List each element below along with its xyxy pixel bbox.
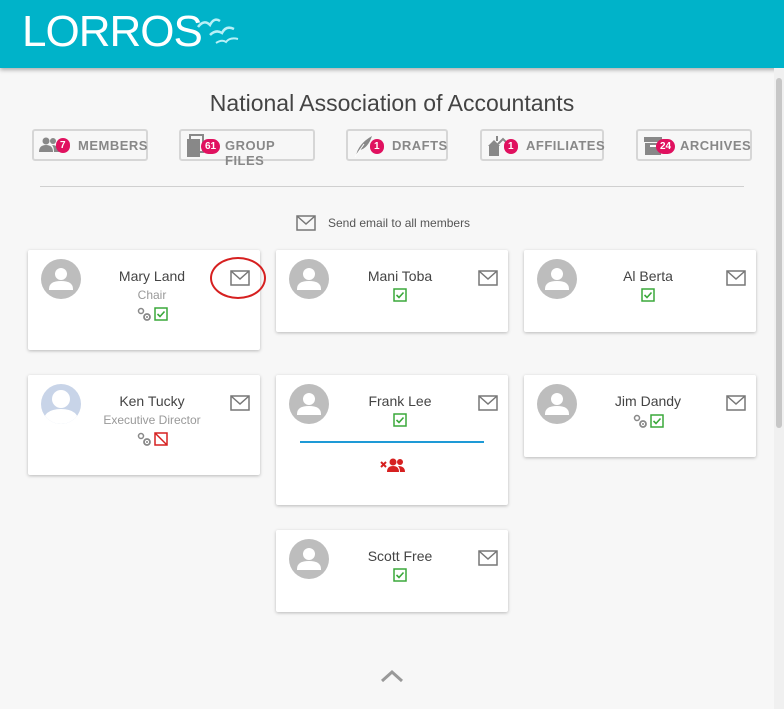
tab-members-label: MEMBERS bbox=[78, 138, 148, 153]
tab-members[interactable]: 7 MEMBERS bbox=[32, 129, 148, 161]
mail-icon bbox=[478, 395, 498, 411]
email-member-button[interactable] bbox=[478, 550, 498, 571]
files-count-badge: 61 bbox=[201, 139, 221, 154]
mail-icon bbox=[478, 550, 498, 566]
members-count-badge: 7 bbox=[56, 138, 70, 153]
tab-affiliates[interactable]: 1 AFFILIATES bbox=[480, 129, 606, 161]
member-card-mary-land[interactable]: Mary Land Chair bbox=[28, 250, 266, 350]
scrollbar-thumb[interactable] bbox=[776, 78, 782, 428]
mail-icon bbox=[726, 395, 746, 411]
tab-archives[interactable]: 24 ARCHIVES bbox=[636, 129, 752, 161]
chevron-up-icon bbox=[380, 669, 404, 683]
member-status bbox=[28, 431, 276, 447]
checkbox-checked-icon bbox=[650, 414, 664, 428]
remove-member-button[interactable] bbox=[380, 457, 406, 478]
progress-line bbox=[300, 441, 484, 443]
mail-icon bbox=[726, 270, 746, 286]
tab-group-files[interactable]: 61 GROUP FILES bbox=[179, 129, 315, 168]
archives-count-badge: 24 bbox=[656, 139, 676, 154]
send-email-all-label: Send email to all members bbox=[328, 216, 471, 230]
scrollbar[interactable] bbox=[774, 68, 784, 709]
drafts-count-badge: 1 bbox=[370, 139, 384, 154]
email-member-button[interactable] bbox=[726, 270, 746, 291]
mail-icon bbox=[230, 395, 250, 411]
email-member-button[interactable] bbox=[230, 395, 250, 416]
member-card-mani-toba[interactable]: Mani Toba bbox=[276, 250, 508, 332]
tab-group-files-label: GROUP FILES bbox=[225, 138, 275, 168]
mail-icon bbox=[230, 270, 250, 286]
tab-drafts[interactable]: 1 DRAFTS bbox=[346, 129, 448, 161]
section-divider bbox=[40, 186, 744, 187]
email-member-button[interactable] bbox=[726, 395, 746, 416]
checkbox-checked-icon bbox=[393, 568, 407, 582]
tab-archives-label: ARCHIVES bbox=[680, 138, 752, 153]
member-card-frank-lee[interactable]: Frank Lee bbox=[276, 375, 508, 505]
page-title: National Association of Accountants bbox=[209, 90, 575, 116]
affiliates-count-badge: 1 bbox=[504, 139, 518, 154]
member-card-jim-dandy[interactable]: Jim Dandy bbox=[524, 375, 756, 457]
scroll-to-top-button[interactable] bbox=[380, 668, 404, 689]
send-email-all-button[interactable]: Send email to all members bbox=[296, 215, 470, 231]
member-card-ken-tucky[interactable]: Ken Tucky Executive Director bbox=[28, 375, 260, 475]
lorros-logo[interactable]: LORROS bbox=[22, 8, 240, 56]
email-member-button[interactable] bbox=[478, 270, 498, 291]
mail-icon bbox=[296, 215, 316, 231]
gear-icon bbox=[137, 432, 151, 446]
checkbox-unchecked-icon bbox=[154, 432, 168, 446]
logo-text: LORROS bbox=[22, 7, 203, 56]
checkbox-checked-icon bbox=[641, 288, 655, 302]
tab-affiliates-label: AFFILIATES bbox=[526, 138, 606, 153]
checkbox-checked-icon bbox=[154, 307, 168, 321]
email-member-button[interactable] bbox=[478, 395, 498, 416]
app-header: LORROS bbox=[0, 0, 784, 68]
email-member-button[interactable] bbox=[230, 270, 250, 291]
member-card-al-berta[interactable]: Al Berta bbox=[524, 250, 756, 332]
birds-logo-icon bbox=[196, 18, 239, 44]
remove-group-icon bbox=[380, 458, 405, 472]
checkbox-checked-icon bbox=[393, 413, 407, 427]
tab-drafts-label: DRAFTS bbox=[392, 138, 448, 153]
gear-icon bbox=[633, 414, 647, 428]
gear-icon bbox=[137, 307, 151, 321]
checkbox-checked-icon bbox=[393, 288, 407, 302]
member-status bbox=[28, 306, 276, 322]
member-card-scott-free[interactable]: Scott Free bbox=[276, 530, 508, 612]
mail-icon bbox=[478, 270, 498, 286]
